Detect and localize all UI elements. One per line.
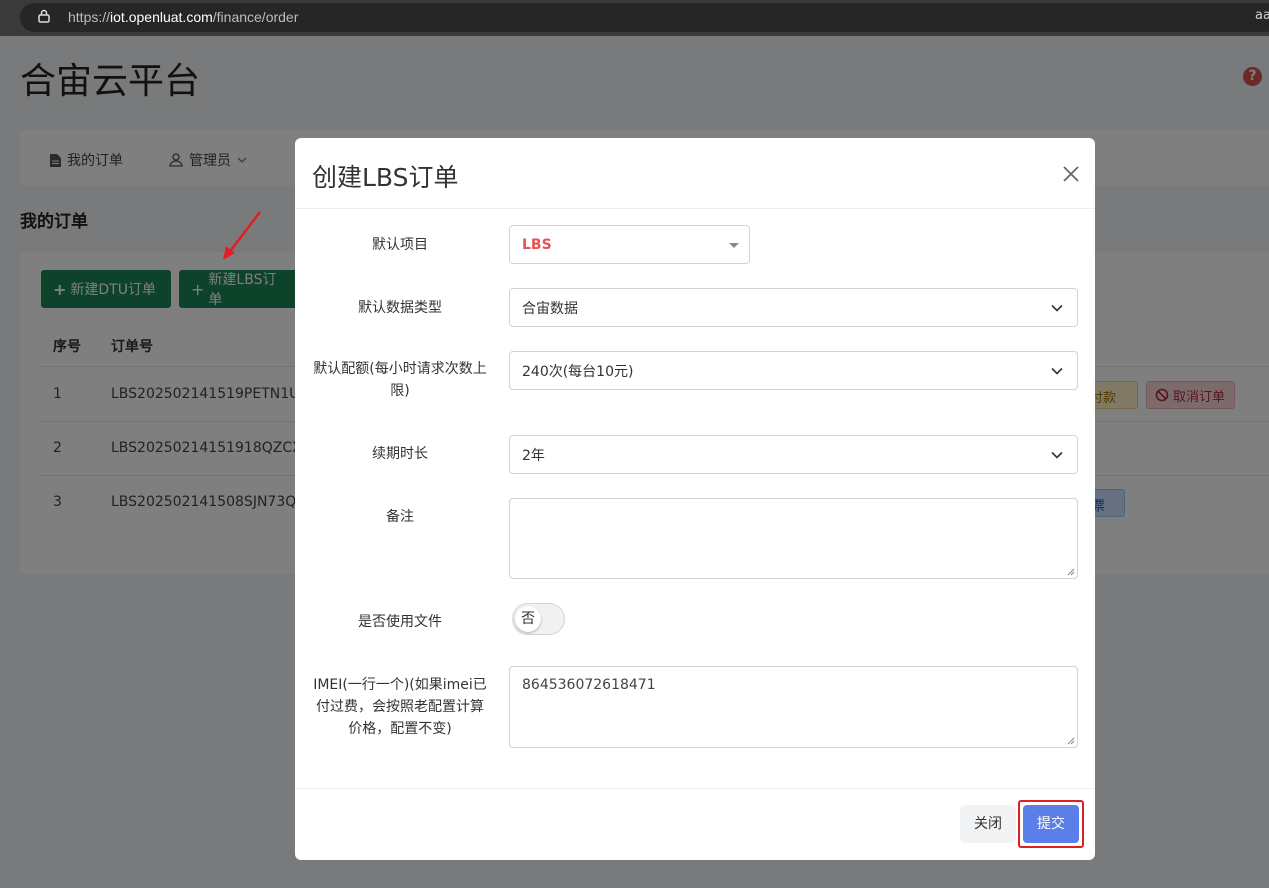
browser-toolbar: https://iot.openluat.com/finance/order a… (0, 0, 1269, 36)
quota-label: 默认配额(每小时请求次数上限) (313, 361, 487, 399)
use-file-toggle-value: 否 (515, 606, 541, 632)
chevron-down-icon (1051, 367, 1063, 375)
duration-label: 续期时长 (372, 446, 428, 462)
duration-select-value: 2年 (522, 447, 545, 464)
lock-icon (38, 9, 50, 23)
project-label: 默认项目 (372, 237, 428, 253)
quota-select[interactable]: 240次(每台10元) (509, 351, 1078, 390)
reader-mode-icon[interactable]: aa (1255, 8, 1269, 23)
url-text[interactable]: https://iot.openluat.com/finance/order (68, 9, 298, 25)
remark-label: 备注 (386, 509, 414, 525)
imei-value: 864536072618471 (522, 677, 656, 693)
modal-header-divider (295, 208, 1095, 209)
project-select[interactable]: LBS (509, 225, 750, 264)
resize-handle-icon[interactable] (1067, 737, 1075, 745)
quota-select-value: 240次(每台10元) (522, 363, 634, 380)
remark-textarea[interactable] (509, 498, 1078, 579)
close-button[interactable]: 关闭 (960, 805, 1016, 843)
submit-button[interactable]: 提交 (1023, 805, 1079, 843)
imei-label: IMEI(一行一个)(如果imei已付过费，会按照老配置计算价格，配置不变) (313, 677, 487, 737)
chevron-down-icon (1051, 451, 1063, 459)
data-type-select[interactable]: 合宙数据 (509, 288, 1078, 327)
project-select-value: LBS (522, 236, 552, 253)
caret-down-icon (729, 243, 739, 248)
duration-select[interactable]: 2年 (509, 435, 1078, 474)
close-icon[interactable] (1059, 162, 1083, 186)
use-file-label: 是否使用文件 (358, 614, 442, 630)
modal-footer-divider (295, 788, 1095, 789)
data-type-label: 默认数据类型 (358, 300, 442, 316)
imei-textarea[interactable]: 864536072618471 (509, 666, 1078, 748)
red-arrow-annotation (223, 211, 261, 260)
use-file-toggle[interactable]: 否 (512, 603, 565, 635)
modal-title: 创建LBS订单 (312, 163, 459, 192)
create-lbs-order-modal: 创建LBS订单 默认项目 LBS 默认数据类型 合宙数据 默认配额(每小时请求次… (295, 138, 1095, 860)
resize-handle-icon[interactable] (1067, 568, 1075, 576)
data-type-select-value: 合宙数据 (522, 300, 578, 317)
chevron-down-icon (1051, 304, 1063, 312)
